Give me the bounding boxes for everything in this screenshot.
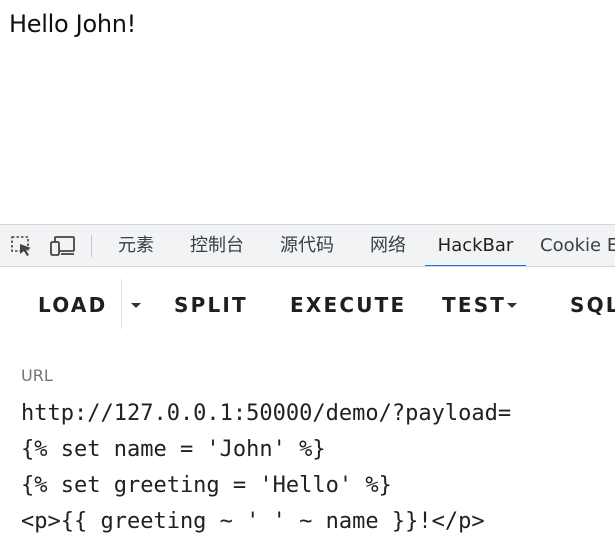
- url-label: URL: [21, 366, 53, 385]
- inspect-element-icon[interactable]: [10, 235, 34, 257]
- sql-button[interactable]: SQL: [570, 293, 615, 317]
- execute-button[interactable]: EXECUTE: [290, 293, 406, 317]
- toolbar-divider: [91, 235, 92, 257]
- url-line: <p>{{ greeting ~ ' ' ~ name }}!</p>: [21, 509, 485, 534]
- tab-sources[interactable]: 源代码: [270, 225, 344, 266]
- tab-console[interactable]: 控制台: [180, 225, 254, 266]
- tab-hackbar[interactable]: HackBar: [425, 225, 526, 266]
- url-textarea[interactable]: http://127.0.0.1:50000/demo/?payload= {% …: [21, 396, 611, 540]
- tab-elements[interactable]: 元素: [107, 225, 165, 266]
- device-toggle-icon[interactable]: [50, 235, 75, 257]
- load-dropdown-caret-icon[interactable]: [131, 303, 141, 308]
- test-button[interactable]: TEST: [442, 293, 506, 317]
- url-line: {% set greeting = 'Hello' %}: [21, 473, 392, 498]
- greeting-text: Hello John!: [9, 10, 136, 38]
- split-button[interactable]: SPLIT: [174, 293, 248, 317]
- url-line: http://127.0.0.1:50000/demo/?payload=: [21, 401, 512, 426]
- hackbar-toolbar: LOAD SPLIT EXECUTE TEST SQL: [0, 267, 615, 343]
- load-button[interactable]: LOAD: [38, 293, 107, 317]
- load-split-divider: [121, 279, 122, 329]
- test-dropdown-caret-icon[interactable]: [507, 303, 517, 308]
- devtools-toolbar: 元素 控制台 源代码 网络 HackBar Cookie Ed: [0, 225, 615, 267]
- devtools-panel: 元素 控制台 源代码 网络 HackBar Cookie Ed LOAD SPL…: [0, 224, 615, 548]
- tab-network[interactable]: 网络: [360, 225, 416, 266]
- page-viewport: Hello John!: [0, 0, 615, 224]
- url-line: {% set name = 'John' %}: [21, 437, 326, 462]
- tab-cookie-editor[interactable]: Cookie Ed: [540, 225, 615, 266]
